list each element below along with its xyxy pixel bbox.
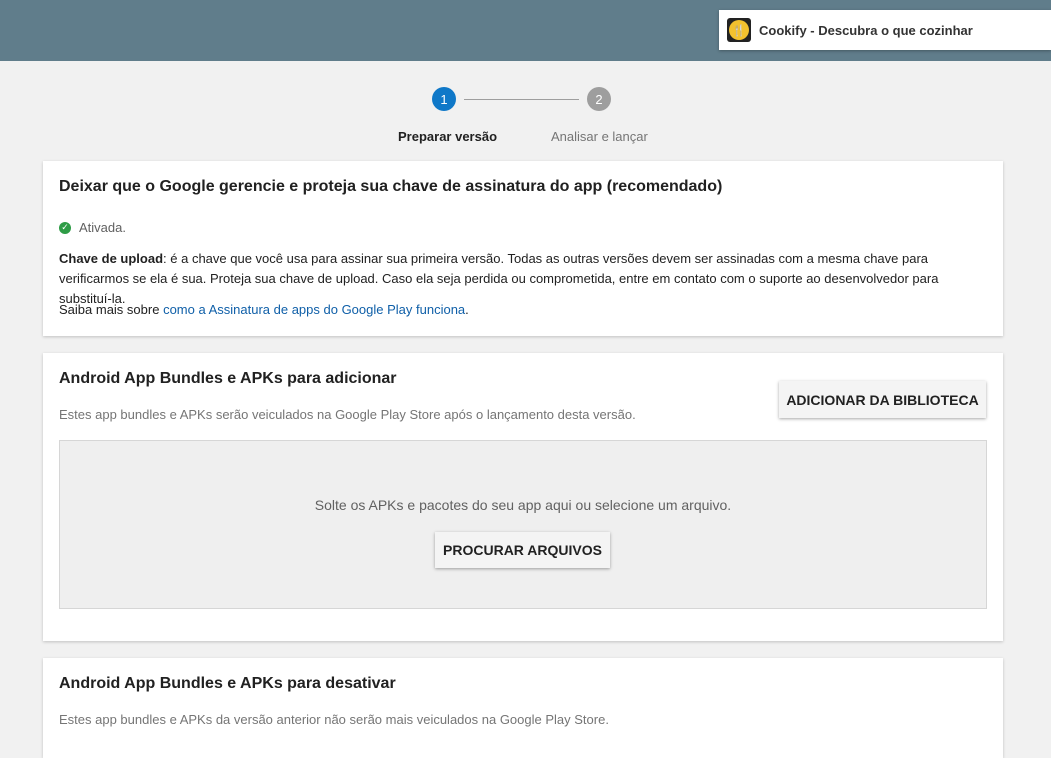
step-2-indicator[interactable]: 2	[587, 87, 611, 111]
app-signing-card: Deixar que o Google gerencie e proteja s…	[43, 161, 1003, 336]
file-drop-zone[interactable]: Solte os APKs e pacotes do seu app aqui …	[59, 440, 987, 609]
browse-files-button[interactable]: PROCURAR ARQUIVOS	[435, 532, 610, 568]
drop-zone-text: Solte os APKs e pacotes do seu app aqui …	[314, 497, 732, 513]
bundles-to-add-card: Android App Bundles e APKs para adiciona…	[43, 353, 1003, 641]
bundles-to-deactivate-description: Estes app bundles e APKs da versão anter…	[59, 712, 609, 727]
step-1-indicator[interactable]: 1	[432, 87, 456, 111]
signing-status: ✓ Ativada.	[59, 220, 126, 235]
top-bar: 🍴 Cookify - Descubra o que cozinhar	[0, 0, 1051, 61]
app-signing-title: Deixar que o Google gerencie e proteja s…	[59, 178, 723, 195]
learn-more-line: Saiba mais sobre como a Assinatura de ap…	[59, 302, 469, 317]
check-circle-icon: ✓	[59, 221, 71, 234]
step-1-label[interactable]: Preparar versão	[398, 129, 497, 144]
app-name: Cookify - Descubra o que cozinhar	[759, 22, 973, 38]
upload-key-text: : é a chave que você usa para assinar su…	[59, 251, 939, 306]
release-stepper: 1 2 Preparar versão Analisar e lançar	[0, 86, 1051, 150]
add-from-library-button[interactable]: ADICIONAR DA BIBLIOTECA	[779, 381, 986, 418]
upload-key-label: Chave de upload	[59, 251, 164, 266]
bundles-to-add-title: Android App Bundles e APKs para adiciona…	[59, 370, 397, 387]
upload-key-paragraph: Chave de upload: é a chave que você usa …	[59, 249, 989, 309]
learn-more-suffix: .	[465, 302, 469, 317]
app-signing-help-link[interactable]: como a Assinatura de apps do Google Play…	[163, 302, 465, 317]
bundles-to-add-description: Estes app bundles e APKs serão veiculado…	[59, 407, 636, 422]
app-selector[interactable]: 🍴 Cookify - Descubra o que cozinhar	[719, 10, 1051, 50]
learn-more-prefix: Saiba mais sobre	[59, 302, 164, 317]
bundles-to-deactivate-title: Android App Bundles e APKs para desativa…	[59, 675, 396, 692]
step-2-label[interactable]: Analisar e lançar	[551, 129, 648, 144]
app-logo-icon: 🍴	[727, 18, 751, 42]
bundles-to-deactivate-card: Android App Bundles e APKs para desativa…	[43, 658, 1003, 758]
stepper-connector	[464, 99, 579, 100]
signing-status-text: Ativada.	[79, 220, 126, 235]
